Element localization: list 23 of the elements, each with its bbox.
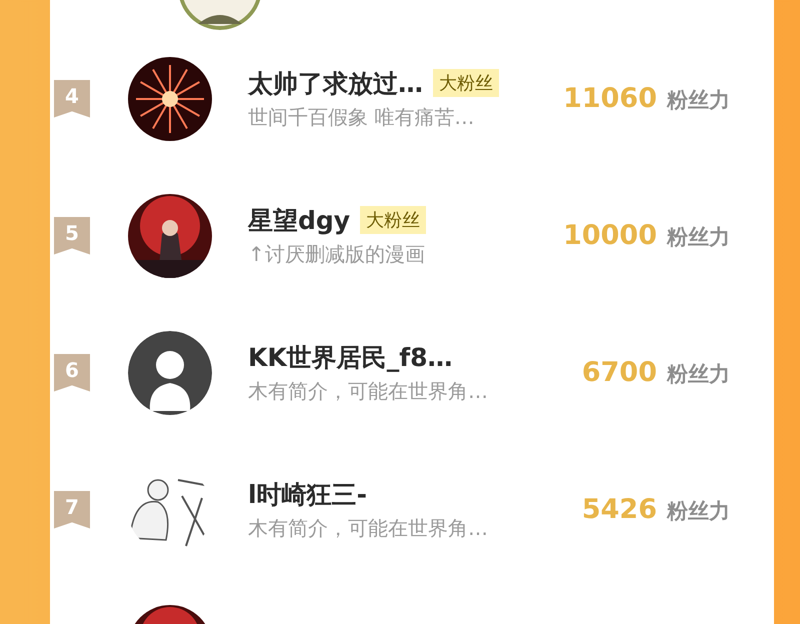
rank-badge: 5 (54, 216, 90, 254)
fan-score: 5426 (582, 494, 657, 525)
score-unit: 粉丝力 (667, 361, 730, 388)
score-unit: 粉丝力 (667, 87, 730, 114)
user-bio: 世间千百假象 唯有痛苦… (248, 104, 476, 130)
user-bio: 木有简介，可能在世界角… (248, 378, 489, 404)
rank-badge: 4 (54, 80, 90, 118)
user-name: KK世界居民_f8… (248, 342, 453, 374)
fan-score: 11060 (563, 83, 657, 114)
default-avatar-icon (128, 330, 212, 414)
score-unit: 粉丝力 (667, 224, 730, 251)
user-bio: 木有简介，可能在世界角… (248, 514, 489, 542)
fan-level-badge: 大粉丝 (360, 206, 426, 234)
fan-score: 10000 (563, 220, 657, 251)
rank-badge: 7 (54, 490, 90, 528)
user-name: 星望dgy (248, 204, 350, 236)
user-name: 太帅了求放过… (248, 68, 423, 100)
fan-level-badge: 大粉丝 (433, 69, 499, 97)
score-unit: 粉丝力 (667, 498, 730, 525)
rank-badge: 6 (54, 354, 90, 392)
user-name: l时崎狂三- (248, 478, 367, 510)
user-bio: ↑讨厌删减版的漫画 (248, 240, 426, 268)
fan-score: 6700 (582, 357, 657, 388)
